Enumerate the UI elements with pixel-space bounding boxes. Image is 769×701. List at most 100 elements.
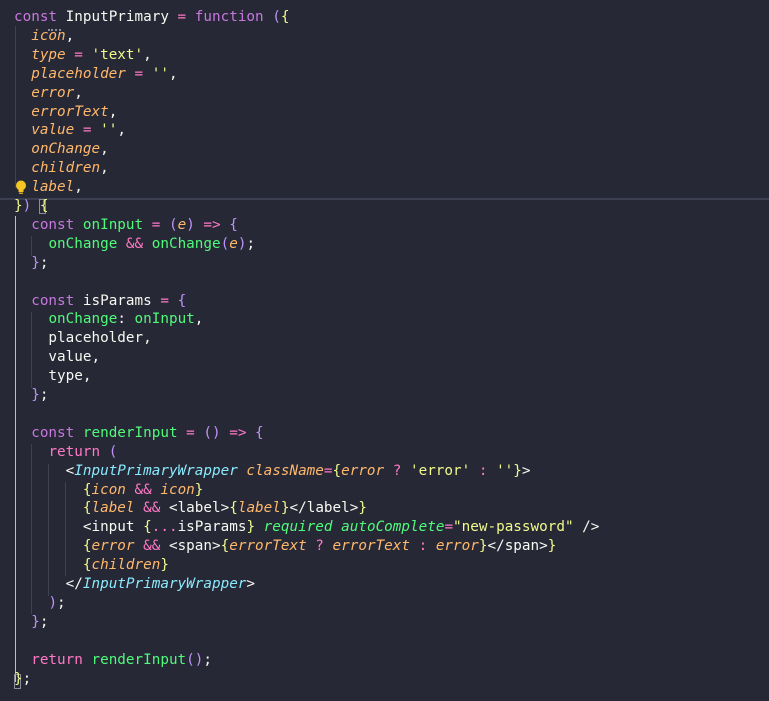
code-line[interactable]: };: [14, 670, 31, 689]
code-token: <label>: [168, 500, 230, 517]
code-token: ?: [384, 462, 410, 479]
code-token: >: [521, 462, 531, 479]
code-line[interactable]: return renderInput();: [14, 651, 212, 670]
code-token: InputPrimaryWrapper: [74, 462, 238, 479]
code-line[interactable]: </InputPrimaryWrapper>: [14, 575, 255, 594]
code-line[interactable]: type = 'text',: [14, 46, 152, 65]
code-line[interactable]: };: [14, 613, 48, 632]
code-token: type: [31, 46, 66, 63]
code-line[interactable]: placeholder = '',: [14, 65, 177, 84]
code-line[interactable]: onChange,: [14, 140, 109, 159]
code-token: }: [31, 387, 40, 403]
code-token: </label>: [289, 500, 359, 517]
code-line[interactable]: const onInput = (e) => {: [14, 216, 238, 235]
code-token: ,: [100, 141, 109, 158]
code-line[interactable]: placeholder,: [14, 329, 151, 348]
code-token: =: [151, 292, 178, 309]
code-line[interactable]: const renderInput = () => {: [14, 424, 264, 443]
code-line[interactable]: {label && <label>{label}</label>}: [14, 499, 367, 518]
code-line[interactable]: value,: [14, 348, 100, 367]
code-token: <: [14, 462, 75, 479]
code-line[interactable]: }) {: [14, 197, 48, 216]
code-token: =: [74, 122, 101, 139]
code-token: ,: [74, 179, 83, 196]
code-token: ): [48, 594, 58, 611]
code-token: (: [220, 235, 230, 252]
code-token: (: [108, 443, 118, 460]
code-line[interactable]: {children}: [14, 556, 169, 575]
code-token: &&: [134, 500, 169, 517]
code-token: ...: [151, 519, 178, 536]
code-line[interactable]: onChange: onInput,: [14, 310, 203, 329]
code-token: errorText: [332, 538, 410, 555]
code-token: label: [237, 500, 281, 517]
code-token: {: [220, 538, 230, 555]
code-token: }: [31, 613, 40, 630]
code-token: }: [14, 198, 23, 214]
code-token: ;: [57, 594, 66, 611]
code-token: =: [143, 216, 169, 233]
code-token: (): [186, 651, 204, 668]
code-line[interactable]: icon,: [14, 27, 74, 46]
code-token: error: [31, 84, 75, 101]
code-line[interactable]: value = '',: [14, 121, 126, 140]
code-token: value,: [14, 349, 101, 366]
code-line[interactable]: onChange && onChange(e);: [14, 235, 255, 254]
code-token: onInput: [134, 311, 195, 328]
code-token: onChange: [48, 311, 118, 328]
code-line[interactable]: errorText,: [14, 103, 117, 122]
code-line[interactable]: error,: [14, 84, 83, 103]
code-token: (): [203, 424, 221, 441]
code-token: icon: [160, 481, 195, 498]
code-token: }: [194, 481, 204, 498]
code-line[interactable]: };: [14, 386, 48, 405]
code-line[interactable]: const isParams = {: [14, 292, 186, 311]
code-token: />: [573, 519, 600, 536]
code-token: isParams: [82, 292, 152, 309]
code-token: }: [280, 500, 290, 517]
code-line[interactable]: <input {...isParams} required autoComple…: [14, 518, 600, 537]
code-token: =: [323, 462, 333, 479]
code-token: }: [513, 462, 522, 479]
lightbulb-icon[interactable]: [15, 180, 27, 195]
code-line[interactable]: children,: [14, 159, 108, 178]
code-token: ,: [74, 84, 83, 101]
code-token: renderInput: [91, 651, 187, 668]
code-token: ?: [306, 538, 333, 555]
code-token: =: [65, 46, 92, 63]
code-line[interactable]: <InputPrimaryWrapper className={error ? …: [14, 462, 531, 481]
code-token: label: [31, 179, 75, 196]
code-line[interactable]: const InputPrimary = function ({: [14, 8, 289, 27]
code-token: ;: [203, 651, 212, 668]
code-line[interactable]: {icon && icon}: [14, 481, 204, 500]
code-token: ;: [246, 235, 256, 252]
code-token: error: [341, 462, 385, 479]
code-token: InputPrimaryWrapper: [82, 576, 247, 592]
code-line[interactable]: };: [14, 254, 48, 273]
code-editor[interactable]: const InputPrimary = function ({ icon, t…: [0, 0, 769, 701]
code-token: ;: [22, 670, 32, 687]
code-line[interactable]: return (: [14, 443, 117, 462]
code-token: }: [246, 519, 256, 536]
code-token: const: [31, 424, 83, 441]
code-token: }: [547, 538, 557, 555]
code-token: value: [31, 122, 75, 139]
code-token: &&: [117, 235, 152, 252]
current-line-separator: [0, 198, 769, 200]
code-line[interactable]: {error && <span>{errorText ? errorText :…: [14, 537, 556, 556]
code-line[interactable]: type,: [14, 367, 91, 386]
code-line[interactable]: );: [14, 594, 66, 613]
code-token: {: [280, 9, 290, 25]
code-token: {: [229, 500, 238, 517]
code-token: {: [255, 424, 264, 441]
code-token: :: [410, 538, 436, 555]
code-token: >: [246, 576, 256, 592]
